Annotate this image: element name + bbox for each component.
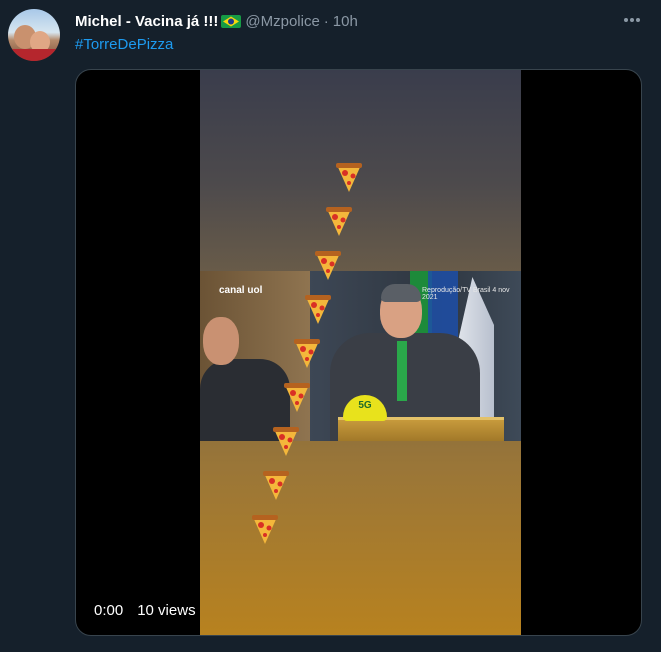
scene-speaker-hair: [381, 284, 421, 302]
user-handle[interactable]: @Mzpolice: [245, 13, 319, 30]
pizza-slice-icon: [336, 163, 362, 192]
pizza-slice-icon: [294, 339, 320, 368]
separator-dot: ·: [323, 12, 329, 30]
avatar[interactable]: [8, 9, 60, 61]
pizza-slice-icon: [252, 515, 278, 544]
pizza-slice-icon: [263, 471, 289, 500]
brazil-flag-icon: [221, 14, 242, 28]
video-credit: Reprodução/TV Brasil 4 nov 2021: [422, 287, 510, 301]
video-frame[interactable]: 5G canal uol Reprodução/TV Brasil 4 nov …: [200, 70, 521, 635]
video-player[interactable]: 5G canal uol Reprodução/TV Brasil 4 nov …: [75, 69, 642, 636]
pizza-slice-icon: [273, 427, 299, 456]
video-inset-scene: 5G canal uol Reprodução/TV Brasil 4 nov …: [200, 271, 521, 441]
channel-logo: canal uol: [219, 285, 263, 296]
tweet-header: Michel - Vacina já !!! @Mzpolice · 10h: [75, 11, 358, 31]
pizza-slice-icon: [284, 383, 310, 412]
scene-speaker-tie: [397, 341, 407, 401]
avatar-shirt: [8, 49, 60, 61]
pizza-slice-icon: [305, 295, 331, 324]
video-overlay-info: 0:00 10 views: [94, 602, 196, 619]
more-options-button[interactable]: [620, 10, 644, 30]
display-name[interactable]: Michel - Vacina já !!!: [75, 13, 218, 30]
pizza-slice-icon: [315, 251, 341, 280]
timestamp[interactable]: 10h: [333, 13, 358, 30]
pizza-slice-icon: [326, 207, 352, 236]
scene-person-left-head: [203, 317, 239, 365]
video-view-count: 10 views: [137, 602, 196, 619]
hashtag-link[interactable]: #TorreDePizza: [75, 36, 173, 53]
video-elapsed-time: 0:00: [94, 602, 124, 619]
more-horizontal-icon: [624, 18, 640, 22]
